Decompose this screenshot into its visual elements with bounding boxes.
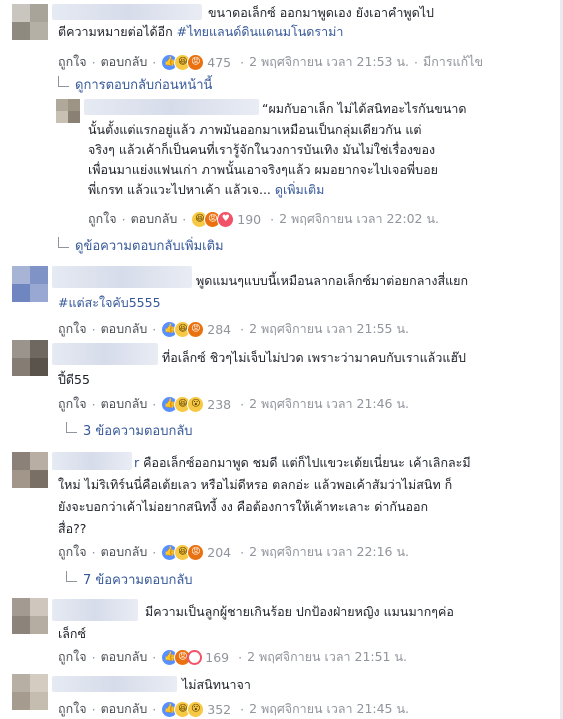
like-button[interactable]: ถูกใจ <box>58 542 87 562</box>
reactions-summary[interactable]: 👍 😆 😮 238 <box>161 395 231 413</box>
comment-actions: ถูกใจ · ตอบกลับ · 👍 😆 😮 352 · 2 พฤศจิกายน เว… <box>58 699 409 719</box>
commenter-name[interactable]: r <box>134 455 139 470</box>
reply-button[interactable]: ตอบกลับ <box>101 52 148 72</box>
angry-reaction-icon: 😡 <box>187 543 205 561</box>
comment-text: ขนาดอเล็กซ์ ออกมาพูดเอง ยังเอาคำพูดไป <box>208 5 434 20</box>
commenter-name-blurred[interactable] <box>52 266 192 288</box>
reply-button[interactable]: ตอบกลับ <box>101 542 148 562</box>
commenter-name-blurred[interactable] <box>52 452 132 470</box>
like-button[interactable]: ถูกใจ <box>58 52 87 72</box>
wow-reaction-icon: 😮 <box>187 700 205 718</box>
see-more-link[interactable]: ดูเพิ่มเติม <box>275 182 325 197</box>
avatar[interactable] <box>12 674 48 710</box>
reply-text: “ผมกับอาเล็ก ไม่ได้สนิทอะไรกันขนาด <box>262 101 467 116</box>
reactions-summary[interactable]: 👍 😆 😡 204 <box>161 543 231 561</box>
reactions-summary[interactable]: 👍 😡 169 <box>161 648 229 666</box>
comment-text: ใหม่ ไม่ริเทิร์นนี่คือเต้ยเลว หรือไม่ดีห… <box>58 477 453 492</box>
comment-actions: ถูกใจ · ตอบกลับ · 👍 😡 169 · 2 พฤศจิกายน เวล… <box>58 647 407 667</box>
comment-text: r คืออเล็กซ์ออกมาพูด ชมดี แต่ก็ไปแขวะเต้… <box>134 455 471 470</box>
hashtag-link[interactable]: #ไทยแลนด์ดินแดนมโนดราม่า <box>177 24 344 39</box>
view-more-replies-link[interactable]: ดูข้อความตอบกลับเพิ่มเติม <box>58 235 224 256</box>
like-button[interactable]: ถูกใจ <box>58 699 87 719</box>
timestamp[interactable]: 2 พฤศจิกายน เวลา 21:53 น. <box>249 52 409 72</box>
reply-button[interactable]: ตอบกลับ <box>101 699 148 719</box>
love-outline-reaction-icon <box>187 649 203 665</box>
comment-text: สื่อ?? <box>58 521 87 536</box>
like-button[interactable]: ถูกใจ <box>58 319 87 339</box>
edited-label[interactable]: มีการแก้ไข <box>423 52 483 72</box>
reactions-summary[interactable]: 👍 😆 😡 475 <box>161 53 231 71</box>
comment-text: เล็กซ์ <box>58 626 86 641</box>
commenter-name-blurred[interactable] <box>52 676 177 692</box>
reply-text: จริงๆ แล้วเค้าก็เป็นคนที่เรารู้จักในวงกา… <box>88 142 436 157</box>
reply-avatar[interactable] <box>56 99 80 123</box>
avatar[interactable] <box>12 598 48 634</box>
reactions-summary[interactable]: 👍 😆 😡 284 <box>161 320 231 338</box>
reactions-summary[interactable]: 😆 😡 ♥ 190 <box>191 210 261 228</box>
timestamp[interactable]: 2 พฤศจิกายน เวลา 22:16 น. <box>249 542 409 562</box>
angry-reaction-icon: 😡 <box>187 53 205 71</box>
timestamp[interactable]: 2 พฤศจิกายน เวลา 21:45 น. <box>249 699 409 719</box>
reply-button[interactable]: ตอบกลับ <box>131 209 178 229</box>
reply-arrow-icon <box>66 422 77 433</box>
reply-button[interactable]: ตอบกลับ <box>101 319 148 339</box>
comment-actions: ถูกใจ · ตอบกลับ · 👍 😆 😡 475 · 2 พฤศจิกายน เว… <box>58 52 483 72</box>
reply-actions: ถูกใจ · ตอบกลับ · 😆 😡 ♥ 190 · 2 พฤศจิกายน เว… <box>88 209 439 229</box>
wow-reaction-icon: 😮 <box>187 395 205 413</box>
reply-arrow-icon <box>58 237 69 248</box>
comment-text: ปี้ดี55 <box>58 372 90 387</box>
reply-text: เพื่อนมาแย่งแฟนเก่า ภาพนั้นเอาจริงๆแล้ว … <box>88 162 438 177</box>
view-previous-replies-link[interactable]: ดูการตอบกลับก่อนหน้านี้ <box>58 74 212 95</box>
avatar[interactable] <box>12 4 48 40</box>
timestamp[interactable]: 2 พฤศจิกายน เวลา 22:02 น. <box>279 209 439 229</box>
comment-actions: ถูกใจ · ตอบกลับ · 👍 😆 😡 204 · 2 พฤศจิกายน เว… <box>58 542 409 562</box>
love-reaction-icon: ♥ <box>217 210 235 228</box>
comment-text: มีความเป็นลูกผู้ชายเกินร้อย ปกป้องฝ่ายหญ… <box>145 604 454 619</box>
timestamp[interactable]: 2 พฤศจิกายน เวลา 21:46 น. <box>249 394 409 414</box>
timestamp[interactable]: 2 พฤศจิกายน เวลา 21:51 น. <box>247 647 407 667</box>
avatar[interactable] <box>12 452 48 488</box>
angry-reaction-icon: 😡 <box>187 320 205 338</box>
comment-actions: ถูกใจ · ตอบกลับ · 👍 😆 😡 284 · 2 พฤศจิกายน เว… <box>58 319 409 339</box>
like-button[interactable]: ถูกใจ <box>58 394 87 414</box>
timestamp[interactable]: 2 พฤศจิกายน เวลา 21:55 น. <box>249 319 409 339</box>
commenter-name-blurred[interactable] <box>52 343 158 365</box>
commenter-name-blurred[interactable] <box>52 599 138 621</box>
comment-text: ที่อเล็กซ์ ชิวๆไม่เจ็บไม่ปวด เพราะว่ามาค… <box>162 350 466 365</box>
reply-text: พี่เกรท แล้วแวะไปหาเค้า แล้วเจ... ดูเพิ่… <box>88 182 325 197</box>
comment-text: ตีความหมายต่อได้อีก #ไทยแลนด์ดินแดนมโนดร… <box>58 24 344 39</box>
reply-arrow-icon <box>66 571 77 582</box>
reply-button[interactable]: ตอบกลับ <box>101 647 148 667</box>
comment-text: #แต่สะใจคับ5555 <box>58 293 161 312</box>
reply-text: นั้นตั้งแต่แรกอยู่แล้ว ภาพมันออกมาเหมือน… <box>88 122 422 137</box>
view-7-replies-link[interactable]: 7 ข้อความตอบกลับ <box>66 569 193 590</box>
comment-text: ยังจะบอกว่าเค้าไม่อยากสนิทงี้ งง คือต้อง… <box>58 499 429 514</box>
comment-text: พูดแมนๆแบบนี้เหมือนลากอเล็กซ์มาต่อยกลางส… <box>196 273 469 288</box>
like-button[interactable]: ถูกใจ <box>58 647 87 667</box>
reply-arrow-icon <box>58 76 69 87</box>
like-button[interactable]: ถูกใจ <box>88 209 117 229</box>
comment-text: ไม่สนิทนาจา <box>182 677 251 692</box>
replier-name-blurred[interactable] <box>84 99 259 115</box>
comment-actions: ถูกใจ · ตอบกลับ · 👍 😆 😮 238 · 2 พฤศจิกายน เว… <box>58 394 409 414</box>
avatar[interactable] <box>12 340 48 376</box>
commenter-name-blurred[interactable] <box>52 4 202 20</box>
reply-button[interactable]: ตอบกลับ <box>101 394 148 414</box>
view-3-replies-link[interactable]: 3 ข้อความตอบกลับ <box>66 420 193 441</box>
reactions-summary[interactable]: 👍 😆 😮 352 <box>161 700 231 718</box>
avatar[interactable] <box>12 266 48 302</box>
hashtag-link[interactable]: #แต่สะใจคับ5555 <box>58 295 161 310</box>
